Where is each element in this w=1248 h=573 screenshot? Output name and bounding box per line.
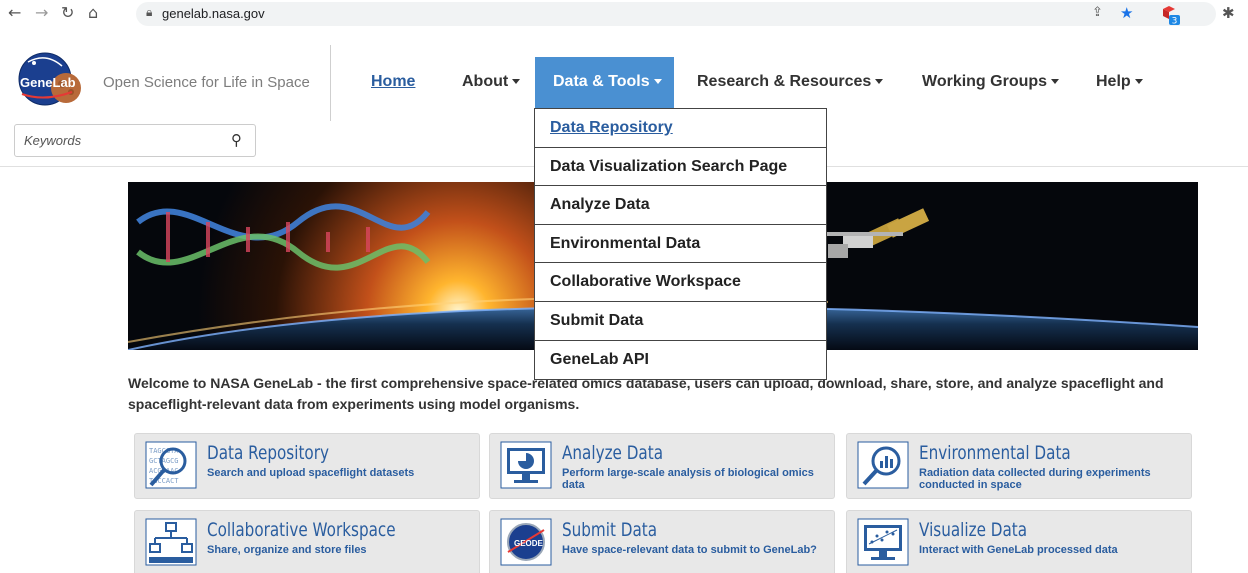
- tile-description: Perform large-scale analysis of biologic…: [562, 467, 814, 491]
- nav-home[interactable]: Home: [371, 73, 415, 91]
- tile-description: Have space-relevant data to submit to Ge…: [562, 544, 817, 556]
- tile-title: Data Repository: [207, 442, 329, 464]
- tile-title: Submit Data: [562, 519, 658, 541]
- reload-icon[interactable]: ↻: [61, 3, 74, 22]
- tile-description: Search and upload spaceflight datasets: [207, 467, 415, 479]
- magnifier-barchart-icon: [857, 441, 909, 489]
- lock-icon[interactable]: 🔒︎: [146, 5, 152, 20]
- site-tagline: Open Science for Life in Space: [103, 74, 310, 91]
- monitor-scatter-icon: [857, 518, 909, 566]
- magnifier-dna-icon: TAGCGTA GCTAGCG ACGGAAC TGCCACT: [145, 441, 197, 489]
- menu-item-environmental-data[interactable]: Environmental Data: [535, 225, 826, 264]
- tile-visualize-data[interactable]: Visualize Data Interact with GeneLab pro…: [846, 510, 1192, 573]
- back-icon[interactable]: ←: [8, 3, 21, 22]
- extension-badge: 3: [1172, 17, 1178, 27]
- caret-down-icon: [512, 79, 521, 85]
- address-bar[interactable]: [136, 2, 1216, 26]
- nav-research-resources[interactable]: Research & Resources: [697, 73, 884, 91]
- tile-submit-data[interactable]: GEODE Submit Data Have space-relevant da…: [489, 510, 835, 573]
- svg-text:GEODE: GEODE: [514, 539, 544, 548]
- tile-title: Visualize Data: [919, 519, 1028, 541]
- tile-analyze-data[interactable]: Analyze Data Perform large-scale analysi…: [489, 433, 835, 499]
- tile-description: Share, organize and store files: [207, 544, 367, 556]
- tile-description: Interact with GeneLab processed data: [919, 544, 1118, 556]
- url-text[interactable]: genelab.nasa.gov: [162, 6, 265, 21]
- geode-logo-icon: GEODE: [500, 518, 552, 566]
- nav-research-label: Research & Resources: [697, 73, 872, 90]
- bookmark-star-icon[interactable]: ★: [1120, 4, 1133, 22]
- caret-down-icon: [1134, 79, 1143, 85]
- nav-about[interactable]: About: [462, 73, 521, 91]
- header-divider: [330, 45, 331, 121]
- menu-item-data-visualization[interactable]: Data Visualization Search Page: [535, 148, 826, 187]
- extension-icon[interactable]: 3: [1160, 4, 1182, 30]
- tile-title: Analyze Data: [562, 442, 664, 464]
- browser-toolbar: ← → ↻ ⌂ 🔒︎ genelab.nasa.gov ⇪ ★ 3 ✱: [0, 0, 1248, 32]
- data-tools-dropdown: Data Repository Data Visualization Searc…: [534, 108, 827, 381]
- nav-help-label: Help: [1096, 73, 1131, 90]
- forward-icon[interactable]: →: [35, 3, 48, 22]
- tile-description: Radiation data collected during experime…: [919, 467, 1151, 491]
- search-box: ⚲: [14, 124, 256, 157]
- caret-down-icon: [1051, 79, 1060, 85]
- menu-item-data-repository[interactable]: Data Repository: [535, 109, 826, 148]
- nav-data-tools[interactable]: Data & Tools: [535, 57, 674, 108]
- monitor-chart-icon: [500, 441, 552, 489]
- svg-text:GeneLab: GeneLab: [20, 75, 76, 90]
- nav-help[interactable]: Help: [1096, 73, 1143, 91]
- menu-item-genelab-api[interactable]: GeneLab API: [535, 341, 826, 380]
- share-icon[interactable]: ⇪: [1092, 5, 1103, 20]
- menu-item-submit-data[interactable]: Submit Data: [535, 302, 826, 341]
- nav-working-groups-label: Working Groups: [922, 73, 1048, 90]
- caret-down-icon: [875, 79, 884, 85]
- menu-item-collaborative-workspace[interactable]: Collaborative Workspace: [535, 263, 826, 302]
- search-input[interactable]: [16, 126, 216, 155]
- network-icon: [145, 518, 197, 566]
- genelab-logo[interactable]: GeneLab: [18, 52, 96, 106]
- tile-environmental-data[interactable]: Environmental Data Radiation data collec…: [846, 433, 1192, 499]
- tile-data-repository[interactable]: TAGCGTA GCTAGCG ACGGAAC TGCCACT Data Rep…: [134, 433, 480, 499]
- home-icon[interactable]: ⌂: [88, 3, 98, 22]
- tile-title: Collaborative Workspace: [207, 519, 396, 541]
- tile-collaborative-workspace[interactable]: Collaborative Workspace Share, organize …: [134, 510, 480, 573]
- extensions-puzzle-icon[interactable]: ✱: [1222, 4, 1235, 22]
- nav-working-groups[interactable]: Working Groups: [922, 73, 1060, 91]
- svg-text:GCTAGCG: GCTAGCG: [149, 457, 179, 465]
- search-icon[interactable]: ⚲: [231, 131, 242, 149]
- caret-down-icon: [653, 79, 662, 85]
- nav-data-tools-label: Data & Tools: [553, 73, 650, 90]
- tile-title: Environmental Data: [919, 442, 1071, 464]
- menu-item-analyze-data[interactable]: Analyze Data: [535, 186, 826, 225]
- nav-about-label: About: [462, 73, 509, 90]
